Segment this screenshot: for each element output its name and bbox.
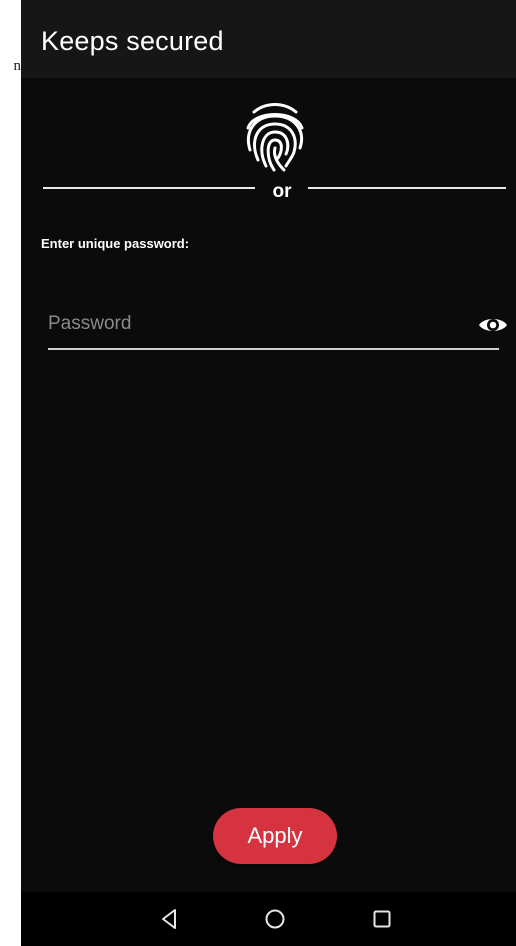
apply-button[interactable]: Apply [213,808,337,864]
password-field [48,300,507,350]
password-prompt-label: Enter unique password: [41,236,190,251]
home-circle-icon[interactable] [257,902,293,936]
app-bar: Keeps secured [21,0,516,78]
eye-icon[interactable] [478,314,508,336]
divider-left [43,187,255,189]
divider-right [308,187,506,189]
phone-screen: Keeps secured or Enter unique password: … [21,0,516,946]
password-underline [48,348,499,350]
or-separator: or [272,181,292,202]
clipped-margin-text: n [13,58,22,74]
back-triangle-icon[interactable] [151,902,187,936]
password-input[interactable] [48,308,448,340]
app-title: Keeps secured [41,26,224,56]
navigation-bar [21,892,516,946]
fingerprint-icon[interactable] [240,98,310,174]
recents-square-icon[interactable] [364,902,400,936]
